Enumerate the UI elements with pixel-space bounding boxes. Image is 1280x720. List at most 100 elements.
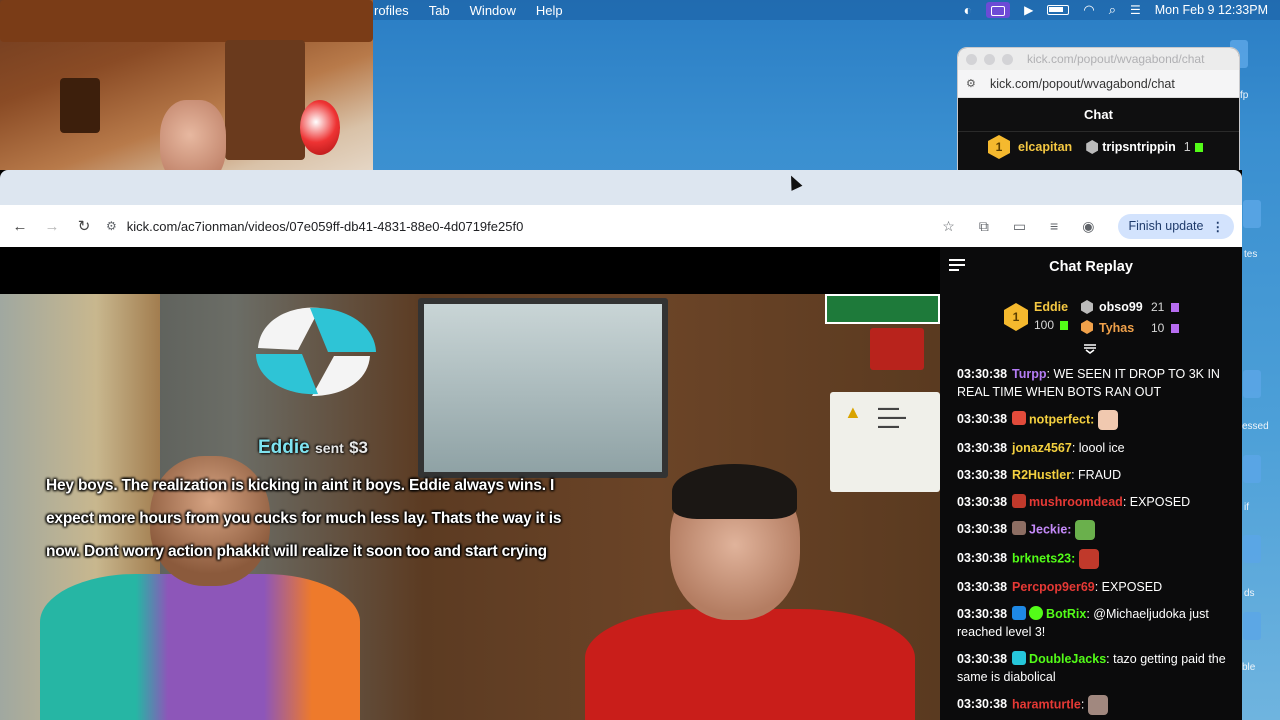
chat-message[interactable]: 03:30:38 BotRix: @Michaeljudoka just reac…: [957, 605, 1230, 641]
donation-message: Hey boys. The realization is kicking in …: [46, 469, 586, 568]
chat-text: : FRAUD: [1071, 468, 1122, 482]
chat-text: : EXPOSED: [1094, 580, 1163, 594]
chat-username[interactable]: R2Hustler: [1012, 468, 1071, 482]
sub-badge-icon: [1012, 651, 1027, 665]
kick-chip-icon: [1194, 142, 1203, 152]
chat-message[interactable]: 03:30:38 jonaz4567: loool ice: [957, 439, 1230, 457]
donation-title: Eddie sent $3: [258, 437, 368, 459]
desktop-folder-icon[interactable]: [1243, 455, 1261, 483]
chat-username[interactable]: haramturtle: [1012, 697, 1081, 711]
video-player[interactable]: ▲ ▬▬▬ ▬▬▬▬ ▬▬▬ Eddie sent $3 Hey boys. The…: [0, 294, 940, 720]
collapse-chat-icon[interactable]: [949, 259, 965, 273]
screen-mirror-icon[interactable]: [986, 2, 1011, 18]
sub-badge-icon: [1012, 494, 1027, 508]
cabin-cabinet: [60, 78, 100, 133]
wifi-icon[interactable]: ◠: [1083, 2, 1094, 18]
menu-tab[interactable]: Tab: [429, 3, 450, 18]
reload-icon[interactable]: ↻: [68, 217, 100, 235]
desktop-folder-icon[interactable]: [1243, 200, 1261, 228]
control-center-icon[interactable]: ☰: [1130, 3, 1141, 17]
popout-url-text[interactable]: kick.com/popout/wvagabond/chat: [990, 77, 1175, 91]
user-switch-icon[interactable]: ◐: [964, 2, 972, 18]
chat-message[interactable]: 03:30:38 Jeckie:: [957, 520, 1230, 540]
sub-badge-icon: [1012, 411, 1027, 426]
battery-icon[interactable]: [1047, 5, 1070, 15]
cabin-cabinet: [225, 40, 305, 160]
chat-username[interactable]: Jeckie:: [1029, 522, 1071, 536]
browser-actions: ☆ ⧉ ▭ ≡ ◉ Finish update ⋮: [942, 205, 1234, 247]
donation-message-line: Hey boys. The realization is kicking in …: [46, 477, 555, 494]
menu-bar-clock[interactable]: Mon Feb 9 12:33PM: [1155, 3, 1268, 17]
extensions-icon[interactable]: ⧉: [979, 218, 989, 235]
media-controls-icon[interactable]: ≡: [1050, 218, 1058, 234]
desktop-folder-icon[interactable]: [1243, 370, 1261, 398]
chat-message[interactable]: 03:30:38 brknets23:: [957, 549, 1230, 569]
popout-chat-window: kick.com/popout/wvagabond/chat ⚙ kick.co…: [957, 47, 1240, 182]
chat-username[interactable]: mushroomdead: [1029, 495, 1123, 509]
cabin-window: [418, 298, 668, 478]
menu-window[interactable]: Window: [470, 3, 516, 18]
media-play-icon[interactable]: ▶: [1024, 3, 1033, 17]
finish-update-button[interactable]: Finish update ⋮: [1118, 213, 1234, 239]
chat-message[interactable]: 03:30:38 DoubleJacks: tazo getting paid t…: [957, 650, 1230, 686]
cast-icon[interactable]: ▭: [1013, 218, 1026, 235]
emote-icon: [1075, 520, 1096, 540]
forward-arrow-icon[interactable]: →: [36, 218, 68, 235]
chat-username[interactable]: Percpop9er69: [1012, 580, 1095, 594]
leader-name[interactable]: elcapitan: [1018, 140, 1072, 154]
maximize-icon[interactable]: [1002, 53, 1013, 65]
chat-message[interactable]: 03:30:38 notperfect:: [957, 410, 1230, 430]
chat-timestamp: 03:30:38: [957, 367, 1008, 381]
desktop-label: ble: [1242, 662, 1256, 673]
safety-sign: ▲ ▬▬▬ ▬▬▬▬ ▬▬▬: [830, 392, 940, 492]
leader-name[interactable]: tripsntrippin: [1102, 140, 1176, 154]
search-icon[interactable]: ⌕: [1109, 2, 1116, 18]
donation-message-line: expect more hours from you cucks for muc…: [46, 510, 562, 527]
back-arrow-icon[interactable]: ←: [4, 218, 36, 235]
chat-timestamp: 03:30:38: [957, 697, 1008, 712]
menu-help[interactable]: Help: [536, 3, 563, 18]
profile-icon[interactable]: ◉: [1082, 218, 1094, 235]
close-icon[interactable]: [966, 53, 977, 65]
streamer-right: [585, 609, 915, 720]
leader-count: 10: [1151, 321, 1165, 335]
more-vertical-icon[interactable]: ⋮: [1212, 219, 1225, 234]
popout-title: kick.com/popout/wvagabond/chat: [1027, 52, 1205, 66]
chat-username[interactable]: notperfect:: [1029, 412, 1094, 426]
chat-username[interactable]: jonaz4567: [1012, 441, 1072, 455]
sub-badge-icon: [1012, 521, 1027, 536]
chat-message[interactable]: 03:30:38 R2Hustler: FRAUD: [957, 466, 1230, 484]
leader-name[interactable]: obso99: [1099, 300, 1143, 314]
gift-chip-icon: [1171, 303, 1179, 312]
desktop-folder-icon[interactable]: [1243, 612, 1261, 640]
address-bar[interactable]: ⚙ kick.com/ac7ionman/videos/07e059ff-db4…: [106, 219, 523, 234]
address-bar-url[interactable]: kick.com/ac7ionman/videos/07e059ff-db41-…: [127, 219, 524, 234]
chat-text: :: [1080, 697, 1085, 712]
chat-username[interactable]: Turpp: [1012, 367, 1046, 381]
donor-name: Eddie: [258, 437, 310, 458]
leader-name[interactable]: Tyhas: [1099, 321, 1134, 335]
minimize-icon[interactable]: [984, 53, 995, 65]
chat-timestamp: 03:30:38: [957, 412, 1008, 427]
chat-text: : EXPOSED: [1122, 495, 1191, 509]
chat-username[interactable]: DoubleJacks: [1029, 652, 1106, 666]
chat-message[interactable]: 03:30:38 Turpp: WE SEEN IT DROP TO 3K IN …: [957, 365, 1230, 401]
leader-name[interactable]: Eddie: [1034, 300, 1068, 314]
expand-leaderboard-icon[interactable]: [1083, 344, 1097, 354]
bot-badge-icon: [1012, 606, 1027, 620]
donation-logo-icon: [256, 307, 376, 396]
rank-badge-icon: [1081, 300, 1093, 314]
chat-username[interactable]: brknets23:: [1012, 551, 1075, 565]
bookmark-star-icon[interactable]: ☆: [942, 218, 955, 235]
chat-username[interactable]: BotRix: [1046, 607, 1086, 621]
menu-profiles[interactable]: rofiles: [374, 3, 409, 18]
chat-message[interactable]: 03:30:38 mushroomdead: EXPOSED: [957, 493, 1230, 511]
chat-message[interactable]: 03:30:38 haramturtle:: [957, 695, 1230, 715]
chat-message[interactable]: 03:30:38 Percpop9er69: EXPOSED: [957, 578, 1230, 596]
desktop-folder-icon[interactable]: [1243, 535, 1261, 563]
browser-tab-strip[interactable]: [0, 170, 1242, 205]
desktop-label: fp: [1240, 90, 1249, 101]
popout-address-bar[interactable]: ⚙ kick.com/popout/wvagabond/chat: [958, 70, 1239, 98]
site-info-icon[interactable]: ⚙: [106, 219, 117, 233]
site-settings-icon[interactable]: ⚙: [966, 77, 980, 90]
